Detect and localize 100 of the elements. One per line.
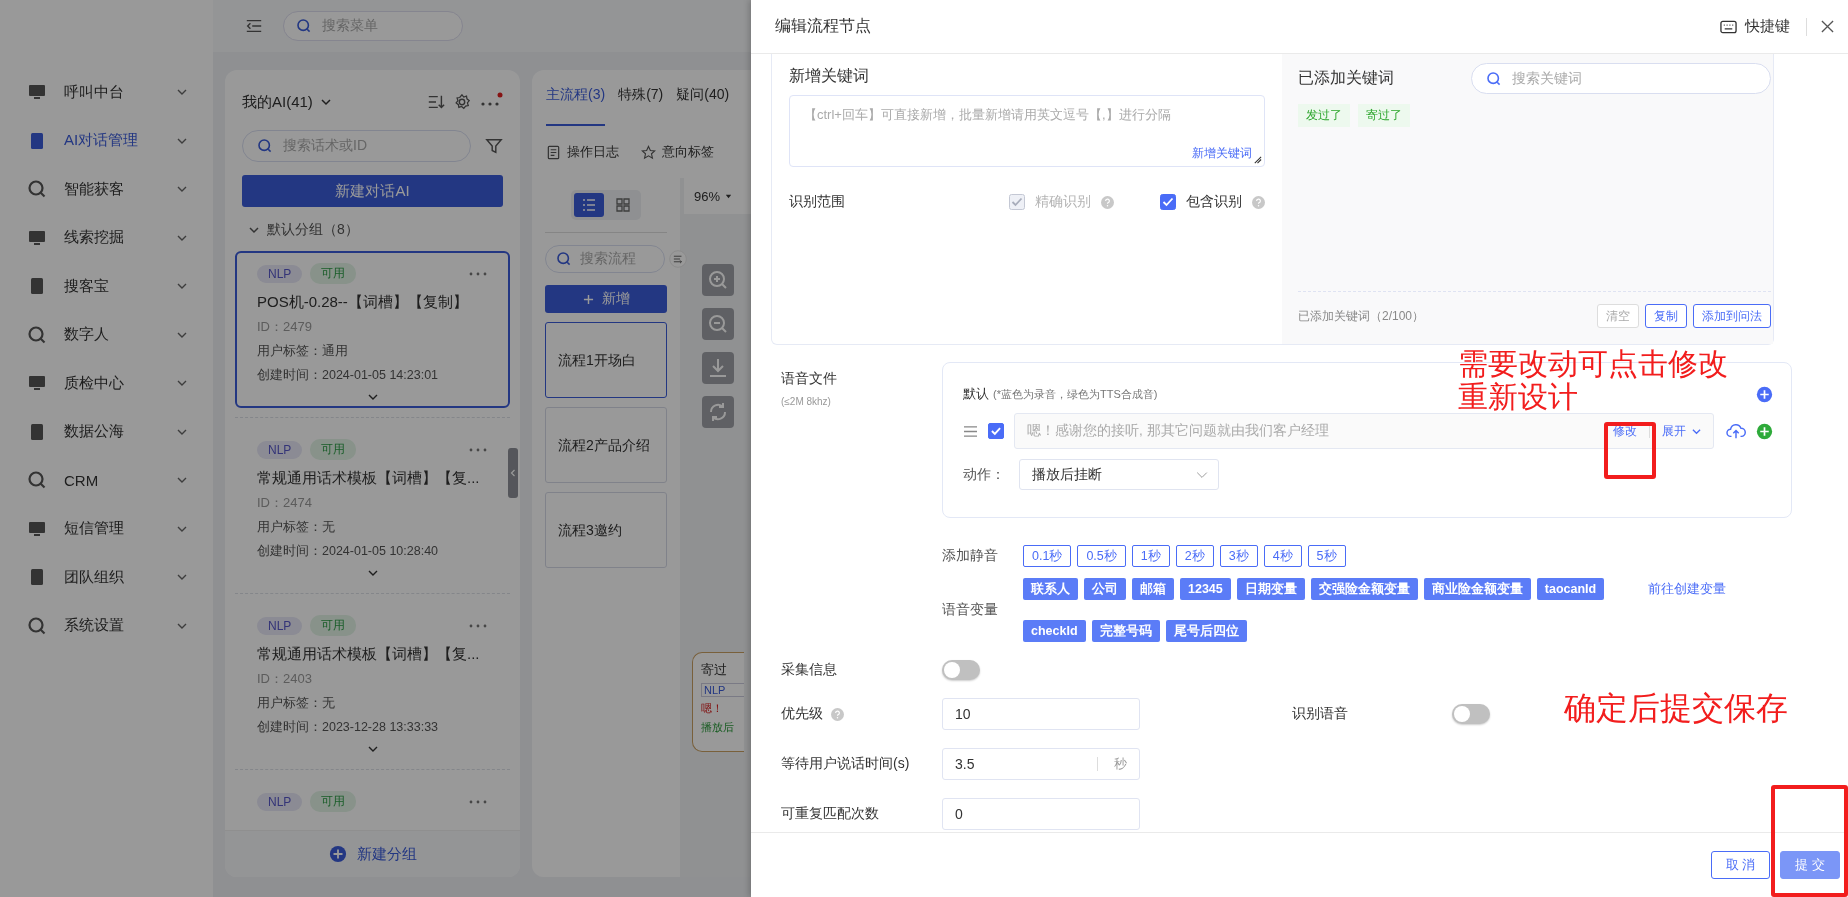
variable-tag[interactable]: 商业险金额变量: [1423, 578, 1531, 600]
voice-text-field[interactable]: 嗯！感谢您的接听, 那其它问题就由我们客户经理 修改 展开: [1014, 413, 1714, 449]
ai-list-title[interactable]: 我的AI(41): [242, 92, 313, 112]
close-icon[interactable]: [1821, 20, 1834, 33]
download-icon[interactable]: [702, 352, 734, 384]
edit-link[interactable]: 修改: [1613, 422, 1637, 440]
silence-button[interactable]: 3秒: [1219, 545, 1258, 567]
sidebar-item[interactable]: 团队组织: [0, 553, 213, 602]
toggle-switch[interactable]: [942, 660, 980, 680]
sidebar-item[interactable]: 呼叫中台: [0, 68, 213, 117]
sidebar-item[interactable]: 系统设置: [0, 601, 213, 650]
variable-tag[interactable]: 联系人: [1023, 578, 1078, 600]
ai-card[interactable]: NLP 可用 POS机-0.28--【词槽】【复制】 ID：2479 用户标签：通用 创建时间：2024-01-05 14:23:01: [235, 251, 510, 408]
variable-tag[interactable]: checkId: [1023, 620, 1086, 642]
sidebar-item[interactable]: 数字人: [0, 310, 213, 359]
variable-tag[interactable]: 12345: [1180, 578, 1231, 600]
silence-button[interactable]: 5秒: [1307, 545, 1346, 567]
sidebar-item[interactable]: 线索挖掘: [0, 213, 213, 262]
sidebar-item[interactable]: 质检中心: [0, 359, 213, 408]
sort-icon[interactable]: [427, 93, 445, 111]
ai-id: ID：2474: [257, 494, 313, 512]
variable-tag[interactable]: 公司: [1084, 578, 1126, 600]
menu-fold-icon[interactable]: [245, 17, 263, 35]
ai-id: ID：2479: [257, 318, 313, 336]
add-group-bar[interactable]: 新建分组: [225, 830, 520, 877]
flow-tab[interactable]: 疑问(40): [676, 86, 730, 126]
status-tag: 可用: [310, 439, 357, 460]
keyword-input[interactable]: 【ctrl+回车】可直接新增，批量新增请用英文逗号【,】进行分隔 新增关键词: [789, 95, 1265, 167]
silence-button[interactable]: 0.1秒: [1023, 545, 1072, 567]
flow-tab[interactable]: 主流程(3): [546, 86, 606, 126]
cloud-upload-icon[interactable]: [1726, 422, 1746, 440]
variable-tag[interactable]: 日期变量: [1236, 578, 1305, 600]
silence-button[interactable]: 2秒: [1175, 545, 1214, 567]
silence-button[interactable]: 0.5秒: [1077, 545, 1126, 567]
resize-handle-icon[interactable]: [1253, 155, 1262, 164]
keyword-action-button[interactable]: 添加到问法: [1693, 304, 1771, 328]
toolbar-link[interactable]: 意向标签: [662, 143, 714, 161]
toggle-switch[interactable]: [1452, 704, 1490, 724]
zoom-out-icon[interactable]: [702, 308, 734, 340]
flow-node[interactable]: 寄过 NLP 嗯！ 播放后: [692, 652, 744, 752]
silence-button[interactable]: 4秒: [1263, 545, 1302, 567]
settings-icon[interactable]: [453, 93, 471, 111]
add-keyword-link[interactable]: 新增关键词: [1192, 145, 1252, 162]
wait-time-input[interactable]: 3.5 秒: [942, 748, 1140, 780]
variable-tag[interactable]: 交强险金额变量: [1310, 578, 1418, 600]
more-icon[interactable]: [468, 446, 488, 453]
variable-tag[interactable]: taocanId: [1536, 578, 1605, 600]
variable-tag[interactable]: 完整号码: [1091, 620, 1160, 642]
chevron-down-icon[interactable]: [367, 568, 378, 578]
zoom-in-icon[interactable]: [702, 264, 734, 296]
ai-card[interactable]: NLP 可用 常规通用话术模板【词槽】【复... ID：2403 用户标签：无 创建时间：2023-12-28 13:33:33: [235, 603, 510, 760]
submit-button[interactable]: 提 交: [1780, 851, 1840, 879]
sidebar-item[interactable]: CRM: [0, 456, 213, 505]
toolbar-link[interactable]: 操作日志: [567, 143, 619, 161]
ai-card[interactable]: NLP 可用 常规通用话术模板【词槽】【复... ID：2474 用户标签：无 创建时间：2024-01-05 10:28:40: [235, 427, 510, 584]
search-icon: [296, 18, 312, 34]
expand-link[interactable]: 展开: [1662, 422, 1686, 440]
ai-card[interactable]: NLP 可用: [235, 779, 510, 818]
sidebar-item[interactable]: 智能获客: [0, 165, 213, 214]
group-label[interactable]: 默认分组（8）: [267, 221, 359, 239]
add-flow-button[interactable]: 新增: [545, 285, 667, 313]
sidebar-item[interactable]: AI对话管理: [0, 116, 213, 165]
plus-icon[interactable]: [1756, 385, 1773, 403]
checkbox[interactable]: [1160, 194, 1176, 210]
sidebar-item[interactable]: 短信管理: [0, 504, 213, 553]
chevron-down-icon[interactable]: [367, 744, 378, 754]
flow-item[interactable]: 流程2产品介绍: [545, 407, 667, 483]
new-ai-button[interactable]: 新建对话AI: [242, 175, 503, 207]
caret-icon[interactable]: [320, 97, 331, 107]
keyboard-icon[interactable]: [1720, 19, 1737, 34]
more-icon[interactable]: [468, 798, 488, 805]
zoom-select[interactable]: 96%: [684, 178, 751, 214]
action-select[interactable]: 播放后挂断: [1019, 459, 1219, 490]
sidebar-item[interactable]: 数据公海: [0, 407, 213, 456]
flow-tab[interactable]: 特殊(7): [618, 86, 664, 126]
shortcut-link[interactable]: 快捷键: [1745, 17, 1790, 36]
silence-button[interactable]: 1秒: [1131, 545, 1170, 567]
create-variable-link[interactable]: 前往创建变量: [1648, 578, 1727, 600]
chevron-down-icon[interactable]: [249, 225, 259, 235]
refresh-icon[interactable]: [702, 396, 734, 428]
drag-handle-icon[interactable]: [963, 424, 978, 438]
flow-item[interactable]: 流程1开场白: [545, 322, 667, 398]
variable-tag[interactable]: 尾号后四位: [1165, 620, 1247, 642]
cancel-button[interactable]: 取 消: [1710, 851, 1771, 879]
checkbox[interactable]: [988, 423, 1004, 439]
collapse-handle[interactable]: [508, 448, 518, 498]
list-view-icon[interactable]: [574, 193, 604, 217]
plus-icon[interactable]: [1756, 422, 1773, 440]
keyword-action-button[interactable]: 复制: [1645, 304, 1687, 328]
more-icon[interactable]: [468, 270, 488, 277]
chevron-down-icon[interactable]: [367, 392, 378, 402]
more-icon[interactable]: [468, 622, 488, 629]
field-label: 等待用户说话时间(s): [781, 755, 911, 773]
filter-icon[interactable]: [485, 137, 503, 155]
variable-tag[interactable]: 邮箱: [1132, 578, 1174, 600]
priority-input[interactable]: 10: [942, 698, 1140, 730]
repeat-count-input[interactable]: 0: [942, 798, 1140, 830]
flow-item[interactable]: 流程3邀约: [545, 492, 667, 568]
sidebar-item[interactable]: 搜客宝: [0, 262, 213, 311]
keyword-search-field[interactable]: 搜索关键词: [1471, 63, 1771, 94]
